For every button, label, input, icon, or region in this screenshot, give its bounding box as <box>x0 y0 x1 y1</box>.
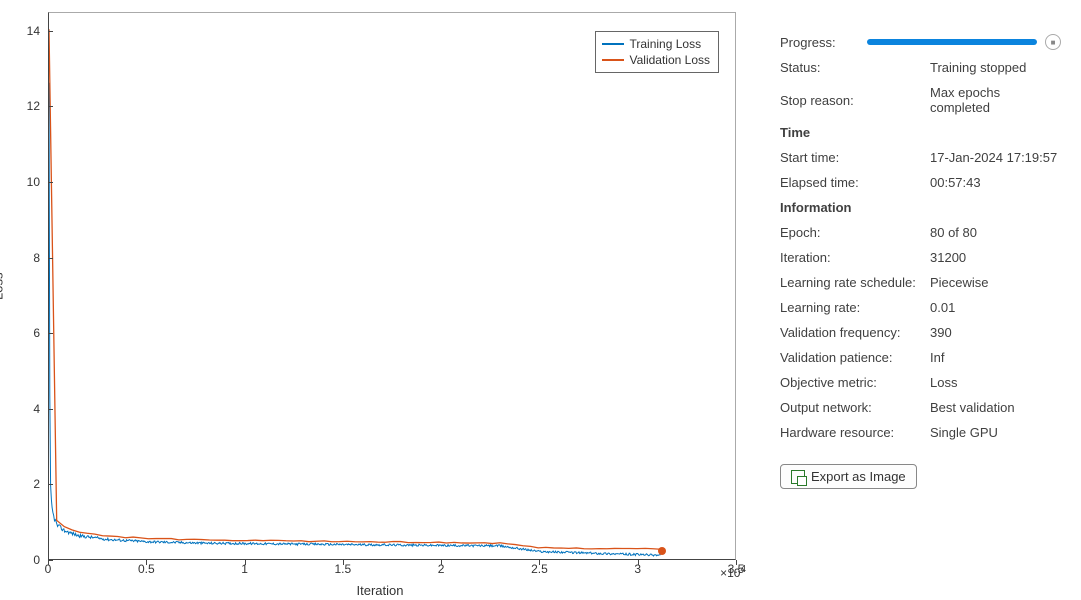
hw-label: Hardware resource: <box>780 425 930 440</box>
time-header: Time <box>780 125 1061 140</box>
stop-reason-label: Stop reason: <box>780 93 930 108</box>
start-time-value: 17-Jan-2024 17:19:57 <box>930 150 1061 165</box>
iteration-label: Iteration: <box>780 250 930 265</box>
out-net-label: Output network: <box>780 400 930 415</box>
epoch-label: Epoch: <box>780 225 930 240</box>
lr-label: Learning rate: <box>780 300 930 315</box>
y-tick-label: 10 <box>0 175 40 189</box>
start-time-label: Start time: <box>780 150 930 165</box>
elapsed-row: Elapsed time: 00:57:43 <box>780 175 1061 190</box>
stop-icon: ■ <box>1051 38 1056 47</box>
start-time-row: Start time: 17-Jan-2024 17:19:57 <box>780 150 1061 165</box>
legend-label: Training Loss <box>630 36 702 52</box>
progress-wrap: ■ <box>867 34 1061 50</box>
information-header: Information <box>780 200 1061 215</box>
iteration-value: 31200 <box>930 250 1061 265</box>
stop-reason-row: Stop reason: Max epochs completed <box>780 85 1061 115</box>
y-tick-label: 6 <box>0 326 40 340</box>
obj-metric-row: Objective metric: Loss <box>780 375 1061 390</box>
legend-label: Validation Loss <box>630 52 711 68</box>
y-tick-label: 4 <box>0 402 40 416</box>
y-tick-label: 0 <box>0 553 40 567</box>
lr-sched-value: Piecewise <box>930 275 1061 290</box>
stop-reason-value: Max epochs completed <box>930 85 1061 115</box>
export-label: Export as Image <box>811 469 906 484</box>
y-tick-label: 8 <box>0 251 40 265</box>
legend-swatch <box>602 59 624 61</box>
legend-item: Training Loss <box>602 36 711 52</box>
y-tick-label: 12 <box>0 99 40 113</box>
status-value: Training stopped <box>930 60 1061 75</box>
stop-button[interactable]: ■ <box>1045 34 1061 50</box>
val-freq-row: Validation frequency: 390 <box>780 325 1061 340</box>
elapsed-value: 00:57:43 <box>930 175 1061 190</box>
epoch-value: 80 of 80 <box>930 225 1061 240</box>
y-tick-label: 2 <box>0 477 40 491</box>
obj-metric-value: Loss <box>930 375 1061 390</box>
iteration-row: Iteration: 31200 <box>780 250 1061 265</box>
export-icon <box>791 470 805 484</box>
hw-value: Single GPU <box>930 425 1061 440</box>
chart-panel: Loss Training Loss Validation Loss Itera… <box>0 0 760 600</box>
series-line <box>49 29 661 549</box>
status-label: Status: <box>780 60 930 75</box>
progress-row: Progress: ■ <box>780 34 1061 50</box>
legend-item: Validation Loss <box>602 52 711 68</box>
out-net-row: Output network: Best validation <box>780 400 1061 415</box>
val-freq-value: 390 <box>930 325 1061 340</box>
legend-swatch <box>602 43 624 45</box>
elapsed-label: Elapsed time: <box>780 175 930 190</box>
out-net-value: Best validation <box>930 400 1061 415</box>
legend: Training Loss Validation Loss <box>595 31 720 73</box>
series-line <box>49 83 661 556</box>
y-tick-label: 14 <box>0 24 40 38</box>
progress-bar <box>867 39 1037 45</box>
export-as-image-button[interactable]: Export as Image <box>780 464 917 489</box>
obj-metric-label: Objective metric: <box>780 375 930 390</box>
chart-lines <box>49 13 735 559</box>
lr-value: 0.01 <box>930 300 1061 315</box>
val-pat-value: Inf <box>930 350 1061 365</box>
hw-row: Hardware resource: Single GPU <box>780 425 1061 440</box>
info-panel: Progress: ■ Status: Training stopped Sto… <box>760 0 1081 600</box>
lr-row: Learning rate: 0.01 <box>780 300 1061 315</box>
plot-area: Training Loss Validation Loss <box>48 12 736 560</box>
y-axis-label: Loss <box>0 273 6 300</box>
val-pat-label: Validation patience: <box>780 350 930 365</box>
final-validation-marker <box>658 547 666 555</box>
lr-sched-row: Learning rate schedule: Piecewise <box>780 275 1061 290</box>
x-axis-label: Iteration <box>357 583 404 598</box>
lr-sched-label: Learning rate schedule: <box>780 275 930 290</box>
val-freq-label: Validation frequency: <box>780 325 930 340</box>
status-row: Status: Training stopped <box>780 60 1061 75</box>
epoch-row: Epoch: 80 of 80 <box>780 225 1061 240</box>
progress-label: Progress: <box>780 35 867 50</box>
val-pat-row: Validation patience: Inf <box>780 350 1061 365</box>
